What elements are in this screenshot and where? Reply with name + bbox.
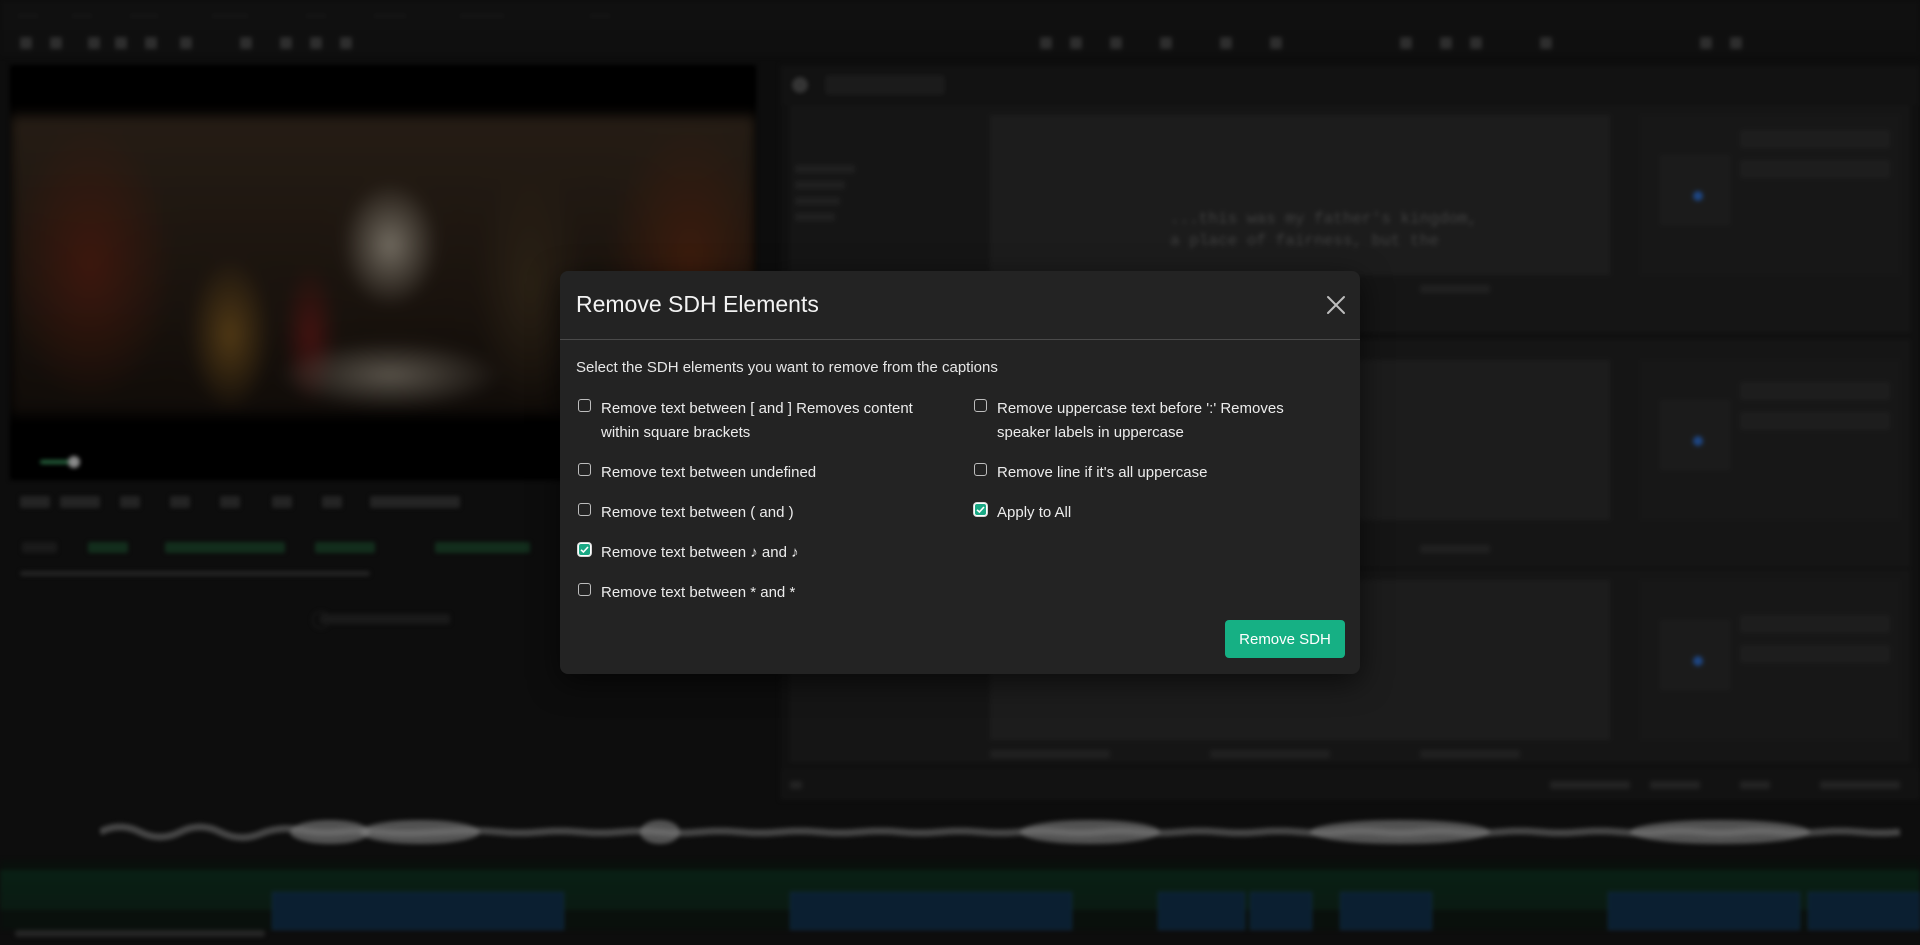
- option-all-uppercase-line[interactable]: Remove line if it's all uppercase: [974, 461, 1344, 485]
- checkbox[interactable]: [578, 583, 591, 596]
- dialog-description: Select the SDH elements you want to remo…: [576, 359, 998, 376]
- checkbox[interactable]: [578, 399, 591, 412]
- option-label: Apply to All: [997, 504, 1072, 521]
- dialog-header: Remove SDH Elements: [560, 271, 1360, 340]
- option-label: Remove text between ♪ and ♪: [601, 544, 799, 561]
- checkbox[interactable]: [578, 503, 591, 516]
- option-label: Remove text between [ and ] Removes cont…: [601, 400, 913, 441]
- option-label: Remove text between undefined: [601, 464, 817, 481]
- option-label: Remove line if it's all uppercase: [997, 464, 1208, 481]
- option-square-brackets[interactable]: Remove text between [ and ] Removes cont…: [578, 397, 938, 445]
- option-undefined[interactable]: Remove text between undefined: [578, 461, 938, 485]
- checkbox[interactable]: [974, 503, 987, 516]
- close-icon: [1327, 296, 1345, 314]
- option-label: Remove uppercase text before ':' Removes…: [997, 400, 1284, 441]
- checkbox[interactable]: [974, 463, 987, 476]
- option-apply-to-all[interactable]: Apply to All: [974, 501, 1344, 525]
- dialog-title: Remove SDH Elements: [576, 291, 819, 317]
- option-uppercase-speaker[interactable]: Remove uppercase text before ':' Removes…: [974, 397, 1344, 445]
- remove-sdh-button[interactable]: Remove SDH: [1225, 620, 1345, 658]
- checkbox[interactable]: [974, 399, 987, 412]
- option-label: Remove text between * and *: [601, 584, 796, 601]
- checkbox[interactable]: [578, 463, 591, 476]
- checkbox[interactable]: [578, 543, 591, 556]
- option-music-notes[interactable]: Remove text between ♪ and ♪: [578, 541, 938, 565]
- option-asterisks[interactable]: Remove text between * and *: [578, 581, 938, 605]
- option-parentheses[interactable]: Remove text between ( and ): [578, 501, 938, 525]
- close-button[interactable]: [1324, 293, 1348, 317]
- option-label: Remove text between ( and ): [601, 504, 794, 521]
- remove-sdh-dialog: Remove SDH Elements Select the SDH eleme…: [560, 271, 1360, 674]
